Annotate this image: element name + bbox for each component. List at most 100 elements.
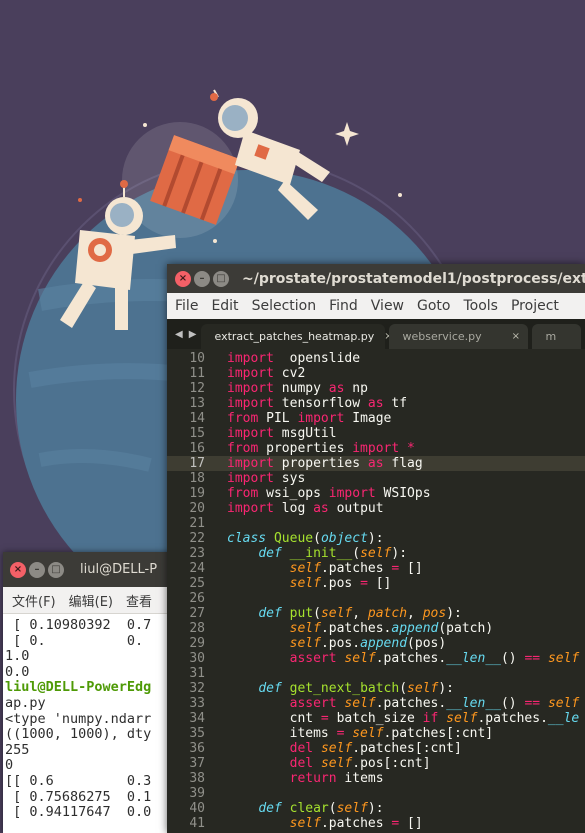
- code-text: self.patches = []: [227, 816, 423, 831]
- code-token: (: [313, 531, 321, 546]
- code-text: assert self.patches.__len__() == self: [227, 651, 580, 666]
- code-line[interactable]: 37 del self.pos[:cnt]: [167, 756, 585, 771]
- line-number: 22: [189, 531, 205, 546]
- code-line[interactable]: 16 from properties import *: [167, 441, 585, 456]
- code-text: from properties import *: [227, 441, 415, 456]
- terminal-maximize-button[interactable]: □: [48, 561, 64, 578]
- code-line[interactable]: 32 def get_next_batch(self):: [167, 681, 585, 696]
- code-token: self: [344, 696, 376, 711]
- code-line[interactable]: 36 del self.patches[:cnt]: [167, 741, 585, 756]
- code-line[interactable]: 30 assert self.patches.__len__() == self: [167, 651, 585, 666]
- code-line[interactable]: 23 def __init__(self):: [167, 546, 585, 561]
- terminal-close-button[interactable]: ×: [10, 561, 26, 578]
- editor-maximize-button[interactable]: □: [213, 270, 229, 287]
- code-line[interactable]: 20 import log as output: [167, 501, 585, 516]
- code-text: cnt = batch_size if self.patches.__le: [227, 711, 580, 726]
- line-number: 26: [189, 591, 205, 606]
- editor-title: ~/prostate/prostatemodel1/postprocess/ex…: [242, 270, 585, 287]
- code-token: (pos): [407, 636, 447, 651]
- code-token: openslide: [273, 351, 361, 366]
- code-line[interactable]: 12 import numpy as np: [167, 381, 585, 396]
- code-line[interactable]: 18 import sys: [167, 471, 585, 486]
- code-token: tensorflow: [273, 396, 368, 411]
- tab-partial[interactable]: m: [531, 324, 581, 349]
- code-text: import numpy as np: [227, 381, 368, 396]
- code-line[interactable]: 21: [167, 516, 585, 531]
- editor-minimize-button[interactable]: –: [194, 270, 210, 287]
- code-line[interactable]: 19 from wsi_ops import WSIOps: [167, 486, 585, 501]
- code-line[interactable]: 29 self.pos.append(pos): [167, 636, 585, 651]
- code-line[interactable]: 31: [167, 666, 585, 681]
- code-token: del: [289, 756, 314, 771]
- code-line[interactable]: 13 import tensorflow as tf: [167, 396, 585, 411]
- editor-menu-tools[interactable]: Tools: [463, 298, 498, 314]
- terminal-menu-view[interactable]: 查看: [126, 591, 152, 610]
- terminal-menu-file[interactable]: 文件(F): [12, 591, 56, 610]
- code-token: .patches: [320, 561, 392, 576]
- line-number: 39: [189, 786, 205, 801]
- code-line[interactable]: 14 from PIL import Image: [167, 411, 585, 426]
- code-token: def: [258, 606, 282, 621]
- code-token: self: [289, 636, 321, 651]
- code-line[interactable]: 25 self.pos = []: [167, 576, 585, 591]
- code-line[interactable]: 39: [167, 786, 585, 801]
- line-number: 17: [189, 456, 205, 471]
- code-line[interactable]: 28 self.patches.append(patch): [167, 621, 585, 636]
- code-line[interactable]: 26: [167, 591, 585, 606]
- code-text: import openslide: [227, 351, 360, 366]
- line-number: 19: [189, 486, 205, 501]
- code-token: ,: [352, 606, 368, 621]
- editor-menu-project[interactable]: Project: [511, 298, 559, 314]
- tab-prev-icon[interactable]: ◀: [175, 329, 183, 340]
- code-token: as: [367, 456, 384, 471]
- editor-menu-file[interactable]: File: [175, 298, 198, 314]
- tab-webservice[interactable]: webservice.py ×: [388, 324, 528, 349]
- terminal-menu-edit[interactable]: 编辑(E): [69, 591, 113, 610]
- editor-titlebar[interactable]: × – □ ~/prostate/prostatemodel1/postproc…: [167, 264, 585, 293]
- line-number: 15: [189, 426, 205, 441]
- code-text: import cv2: [227, 366, 305, 381]
- editor-menu-edit[interactable]: Edit: [211, 298, 238, 314]
- code-line[interactable]: 15 import msgUtil: [167, 426, 585, 441]
- code-text: import msgUtil: [227, 426, 337, 441]
- code-line[interactable]: 40 def clear(self):: [167, 801, 585, 816]
- editor-menu-goto[interactable]: Goto: [417, 298, 450, 314]
- code-token: import: [297, 411, 345, 426]
- code-token: ==: [524, 696, 541, 711]
- editor-menu-view[interactable]: View: [371, 298, 404, 314]
- terminal-title: liul@DELL-P: [80, 562, 158, 577]
- code-token: import: [227, 396, 274, 411]
- code-token: =: [360, 576, 368, 591]
- tab-close-icon[interactable]: ×: [512, 331, 520, 342]
- terminal-minimize-button[interactable]: –: [29, 561, 45, 578]
- editor-close-button[interactable]: ×: [175, 270, 191, 287]
- tab-next-icon[interactable]: ▶: [189, 329, 197, 340]
- code-line[interactable]: 27 def put(self, patch, pos):: [167, 606, 585, 621]
- code-token: []: [399, 561, 423, 576]
- editor-window[interactable]: × – □ ~/prostate/prostatemodel1/postproc…: [167, 264, 585, 833]
- code-line[interactable]: 35 items = self.patches[:cnt]: [167, 726, 585, 741]
- code-line[interactable]: 22 class Queue(object):: [167, 531, 585, 546]
- code-line[interactable]: 10 import openslide: [167, 351, 585, 366]
- code-line[interactable]: 17 import properties as flag: [167, 456, 585, 471]
- line-number: 10: [189, 351, 205, 366]
- code-line[interactable]: 34 cnt = batch_size if self.patches.__le: [167, 711, 585, 726]
- code-line[interactable]: 41 self.patches = []: [167, 816, 585, 831]
- code-line[interactable]: 24 self.patches = []: [167, 561, 585, 576]
- code-token: .patches[:cnt]: [383, 726, 494, 741]
- code-token: flag: [383, 456, 423, 471]
- code-view[interactable]: 10 import openslide 11 import cv2 12 import n…: [167, 351, 585, 831]
- editor-menu-find[interactable]: Find: [329, 298, 358, 314]
- code-token: .patches[:cnt]: [352, 741, 462, 756]
- code-token: Image: [344, 411, 392, 426]
- code-line[interactable]: 33 assert self.patches.__len__() == self: [167, 696, 585, 711]
- line-number: 31: [189, 666, 205, 681]
- code-line[interactable]: 11 import cv2: [167, 366, 585, 381]
- editor-menu-selection[interactable]: Selection: [252, 298, 317, 314]
- code-line[interactable]: 38 return items: [167, 771, 585, 786]
- tab-extract-patches-heatmap[interactable]: extract_patches_heatmap.py ×: [200, 324, 393, 349]
- line-number: 37: [189, 756, 205, 771]
